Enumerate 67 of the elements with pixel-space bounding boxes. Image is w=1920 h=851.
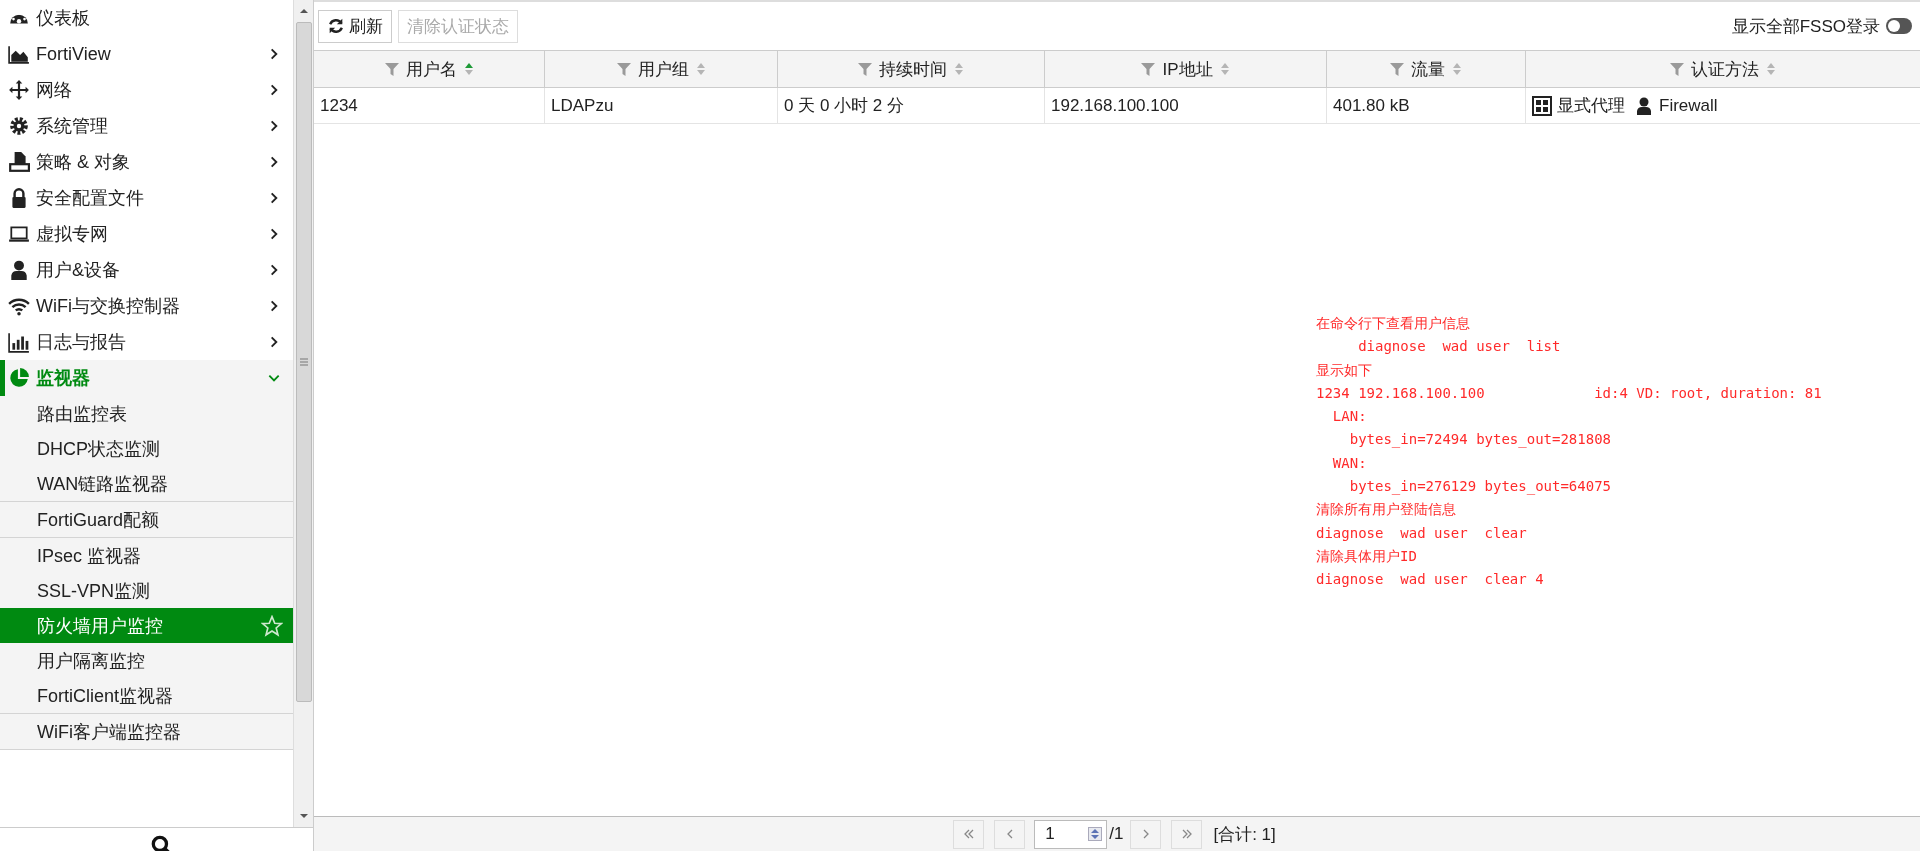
column-header[interactable]: 用户名 — [314, 51, 545, 87]
sort-icon[interactable] — [1452, 61, 1462, 77]
table-cell: 0 天 0 小时 2 分 — [778, 88, 1045, 123]
grip-icon — [300, 358, 308, 366]
table-cell: 1234 — [314, 88, 545, 123]
grid-icon — [1532, 95, 1552, 116]
toggle-switch[interactable] — [1886, 18, 1912, 34]
person-icon — [1634, 95, 1654, 116]
submenu-item[interactable]: FortiClient监视器 — [0, 678, 293, 713]
refresh-icon — [327, 17, 345, 35]
table-cell: 401.80 kB — [1327, 88, 1526, 123]
submenu-item[interactable]: WiFi客户端监控器 — [0, 714, 293, 749]
toggle-label: 显示全部FSSO登录 — [1731, 15, 1880, 38]
document-icon — [8, 151, 30, 173]
area-chart-icon — [8, 43, 30, 65]
column-header[interactable]: 持续时间 — [778, 51, 1045, 87]
sort-icon[interactable] — [463, 61, 474, 77]
nav-item[interactable]: 监视器 — [0, 360, 293, 396]
filter-icon[interactable] — [1141, 62, 1156, 76]
submenu-item[interactable]: 路由监控表 — [0, 396, 293, 431]
next-page-button[interactable] — [1130, 819, 1162, 849]
first-page-button[interactable] — [953, 819, 985, 849]
submenu-item[interactable]: SSL-VPN监测 — [0, 573, 293, 608]
submenu-item[interactable]: DHCP状态监测 — [0, 431, 293, 466]
filter-icon[interactable] — [1390, 62, 1404, 76]
filter-icon[interactable] — [616, 62, 631, 76]
column-header[interactable]: 流量 — [1327, 51, 1526, 87]
submenu-item[interactable]: IPsec 监视器 — [0, 538, 293, 573]
auth-method-text: Firewall — [1659, 95, 1718, 116]
submenu-item[interactable]: WAN链路监视器 — [0, 466, 293, 501]
submenu-item[interactable]: 防火墙用户监控 — [0, 608, 293, 643]
filter-icon[interactable] — [858, 62, 872, 76]
spinner-icon[interactable] — [1088, 827, 1103, 841]
search-icon[interactable] — [149, 834, 172, 851]
previous-page-button[interactable] — [994, 819, 1026, 849]
double-chevron-left-icon — [962, 828, 975, 840]
filter-icon[interactable] — [384, 62, 399, 76]
filter-icon[interactable] — [1670, 62, 1684, 76]
scroll-up-icon[interactable] — [299, 8, 309, 14]
last-page-button[interactable] — [1171, 819, 1203, 849]
move-arrows-icon — [8, 79, 30, 101]
gear-icon — [8, 115, 30, 137]
page-field[interactable]: 1 — [1034, 819, 1108, 849]
submenu-item[interactable]: FortiGuard配额 — [0, 502, 293, 537]
record-count: [合计: 1] — [1213, 823, 1276, 846]
double-chevron-right-icon — [1180, 828, 1193, 840]
toolbar-button[interactable]: 刷新 — [318, 9, 392, 43]
auth-method-text: 显式代理 — [1557, 95, 1625, 117]
annotation-text: 在命令行下查看用户信息 diagnose wad user list 显示如下 1234 192.168.100.100 id:4 VD: root, duration: 81 LAN: bytes_in=72494 bytes_out=281808 WAN: bytes_in=276129 bytes_out=64075 清除所有用户登陆信息 diagnose wad user clear 清除具体用户ID diagnose wad user clear 4 — [1316, 314, 1822, 590]
column-header[interactable]: 认证方法 — [1526, 51, 1920, 87]
sort-icon[interactable] — [1766, 61, 1776, 77]
column-header[interactable]: IP地址 — [1045, 51, 1327, 87]
total-pages: /1 — [1109, 824, 1124, 844]
person-icon — [8, 259, 30, 281]
sort-icon[interactable] — [1219, 61, 1230, 77]
sort-icon[interactable] — [695, 61, 706, 77]
star-icon[interactable] — [261, 614, 283, 637]
submenu-item[interactable]: 用户隔离监控 — [0, 643, 293, 678]
table-cell: LDAPzu — [545, 88, 778, 123]
sort-icon[interactable] — [954, 61, 964, 77]
pie-chart-icon — [8, 367, 30, 389]
column-header[interactable]: 用户组 — [545, 51, 778, 87]
bar-chart-icon — [8, 331, 30, 353]
scrollbar-thumb[interactable] — [296, 22, 312, 702]
scroll-down-icon[interactable] — [299, 813, 309, 819]
scrollbar[interactable] — [293, 0, 313, 827]
table-cell: 192.168.100.100 — [1045, 88, 1327, 123]
